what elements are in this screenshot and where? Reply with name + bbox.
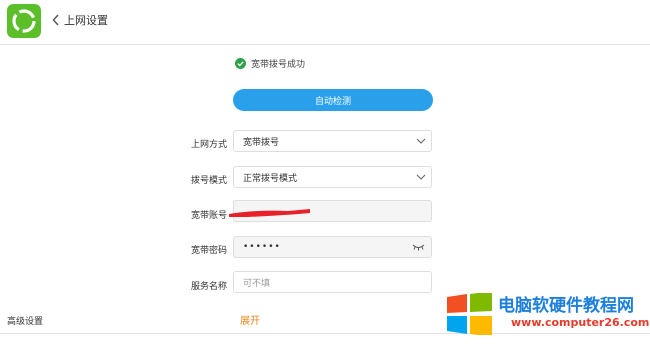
password-input[interactable]: •••••• [233, 236, 432, 258]
app-logo-icon [7, 4, 41, 38]
check-circle-icon [235, 58, 246, 69]
dial-mode-value: 正常拨号模式 [243, 173, 298, 184]
watermark-title: 电脑软硬件教程网 [498, 296, 634, 316]
connection-status: 宽带拨号成功 [235, 57, 305, 70]
status-text: 宽带拨号成功 [251, 60, 306, 70]
eye-closed-icon[interactable] [412, 243, 425, 251]
back-arrow-icon [52, 14, 59, 26]
expand-link[interactable]: 展开 [240, 312, 260, 327]
service-name-placeholder: 可不填 [243, 278, 271, 289]
watermark-url: www.computer26.com [511, 316, 650, 329]
connection-type-label: 上网方式 [190, 140, 227, 150]
chevron-down-icon [416, 138, 426, 144]
password-value: •••••• [243, 242, 281, 252]
auto-detect-button[interactable]: 自动检测 [233, 89, 433, 111]
redaction-mark [229, 209, 310, 217]
service-name-label: 服务名称 [190, 282, 227, 292]
advanced-settings-label: 高级设置 [7, 317, 44, 327]
dial-mode-select[interactable]: 正常拨号模式 [233, 166, 432, 188]
account-label: 宽带账号 [190, 211, 227, 221]
dial-mode-label: 拨号模式 [190, 176, 227, 186]
back-button[interactable]: 上网设置 [52, 12, 108, 28]
password-label: 宽带密码 [190, 246, 227, 256]
header-bar: 上网设置 [0, 0, 650, 45]
connection-type-select[interactable]: 宽带拨号 [233, 130, 432, 152]
windows-logo-icon [447, 293, 492, 335]
service-name-input[interactable]: 可不填 [233, 271, 432, 293]
connection-type-value: 宽带拨号 [243, 137, 280, 148]
page-title: 上网设置 [64, 14, 108, 27]
chevron-down-icon [416, 174, 426, 180]
